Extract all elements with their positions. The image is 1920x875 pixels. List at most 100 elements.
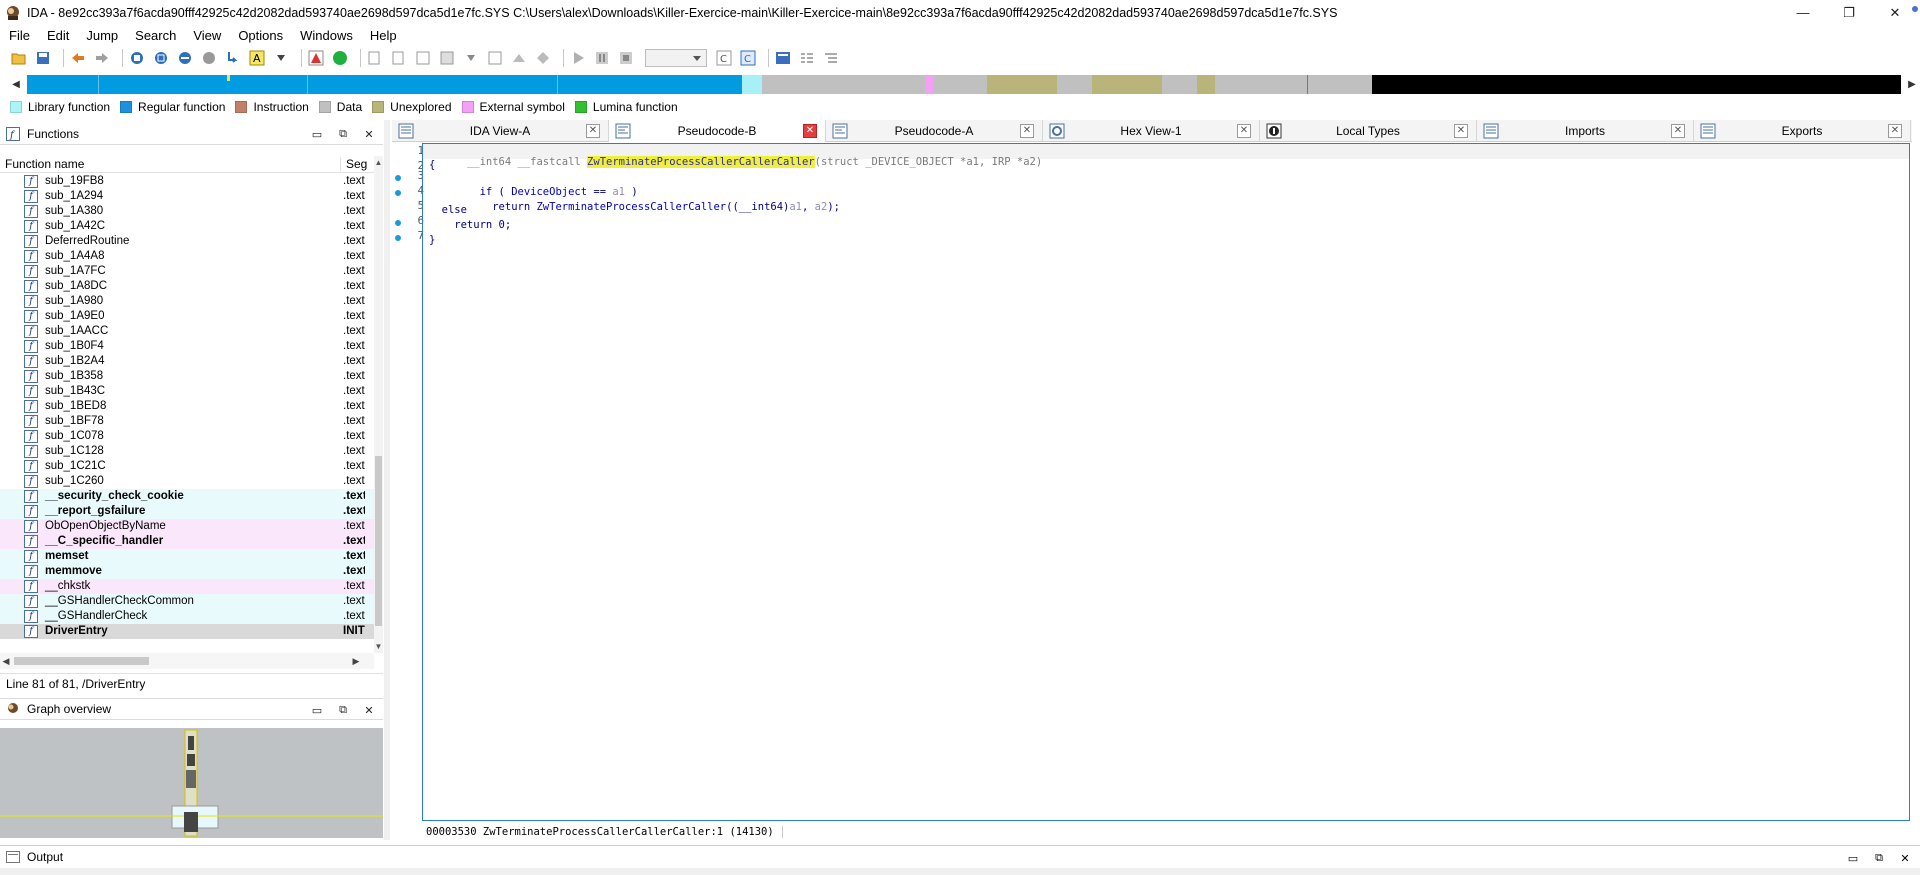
- code-line-1[interactable]: __int64 __fastcall ZwTerminateProcessCal…: [423, 144, 1909, 168]
- line-number-gutter[interactable]: 1 2 3 4 5 6 7: [392, 143, 424, 821]
- hex-view-icon[interactable]: [200, 49, 218, 67]
- dropdown-arrow-icon[interactable]: [462, 49, 480, 67]
- close-panel-icon[interactable]: ✕: [360, 701, 378, 719]
- called-function[interactable]: ZwTerminateProcessCallerCaller: [536, 201, 726, 213]
- close-panel-icon[interactable]: ✕: [1896, 849, 1914, 867]
- menu-windows[interactable]: Windows: [291, 28, 361, 43]
- close-tab-icon[interactable]: ✕: [1888, 124, 1902, 138]
- code-line-6[interactable]: return 0;: [429, 219, 511, 234]
- undefine-icon[interactable]: [534, 49, 552, 67]
- scroll-up-icon[interactable]: ▲: [374, 156, 383, 168]
- nav-left-arrow-icon[interactable]: ◀: [9, 75, 23, 93]
- breakpoint-dot-icon[interactable]: [395, 235, 401, 241]
- code-line-5[interactable]: else: [429, 204, 467, 219]
- dropdown-arrow-icon[interactable]: [272, 49, 290, 67]
- play-icon[interactable]: [569, 49, 587, 67]
- function-row[interactable]: f sub_1A380 .text: [0, 204, 374, 219]
- jump-arrow-icon[interactable]: [224, 49, 242, 67]
- minimize-button[interactable]: —: [1780, 0, 1826, 25]
- function-row[interactable]: f sub_1A294 .text: [0, 189, 374, 204]
- function-row[interactable]: f sub_1A9E0 .text: [0, 309, 374, 324]
- scroll-left-icon[interactable]: ◀: [0, 653, 12, 669]
- menu-view[interactable]: View: [184, 28, 229, 43]
- debugger-select[interactable]: [645, 49, 707, 67]
- function-row[interactable]: f sub_1C260 .text: [0, 474, 374, 489]
- variable-a1[interactable]: a1: [789, 201, 802, 213]
- tab-exports[interactable]: Exports ✕: [1694, 120, 1911, 142]
- code-line-7[interactable]: }: [429, 234, 435, 249]
- menu-options[interactable]: Options: [229, 28, 291, 43]
- code-line-4[interactable]: return ZwTerminateProcessCallerCaller((_…: [429, 189, 840, 213]
- text-view-icon[interactable]: [152, 49, 170, 67]
- patch-icon[interactable]: [510, 49, 528, 67]
- scroll-down-icon[interactable]: ▼: [374, 640, 383, 652]
- maximize-panel-icon[interactable]: ▭: [1844, 849, 1862, 867]
- functions-vertical-scrollbar[interactable]: ▲ ▼: [374, 156, 383, 653]
- function-row[interactable]: f ObOpenObjectByName .text: [0, 519, 374, 534]
- function-row[interactable]: f sub_1C078 .text: [0, 429, 374, 444]
- close-tab-icon[interactable]: ✕: [1237, 124, 1251, 138]
- maximize-panel-icon[interactable]: ▭: [308, 125, 326, 143]
- struct-icon[interactable]: [438, 49, 456, 67]
- menu-jump[interactable]: Jump: [77, 28, 126, 43]
- tab-local-types[interactable]: Local Types ✕: [1260, 120, 1477, 142]
- close-tab-icon[interactable]: ✕: [1454, 124, 1468, 138]
- functions-list[interactable]: f sub_19FB8 .text f sub_1A294 .text f sub_1A380…: [0, 174, 374, 641]
- close-window-button[interactable]: ✕: [1872, 0, 1918, 25]
- scroll-right-icon[interactable]: ▶: [350, 653, 362, 669]
- close-tab-icon[interactable]: ✕: [1671, 124, 1685, 138]
- vertical-splitter[interactable]: [384, 120, 390, 840]
- lumina-icon[interactable]: [331, 49, 349, 67]
- string-icon[interactable]: A: [248, 49, 266, 67]
- outline-icon[interactable]: [798, 49, 816, 67]
- function-row[interactable]: f sub_1A8DC .text: [0, 279, 374, 294]
- function-row[interactable]: f __report_gsfailure .text: [0, 504, 374, 519]
- proximity-view-icon[interactable]: [176, 49, 194, 67]
- function-row[interactable]: f memset .text: [0, 549, 374, 564]
- function-row[interactable]: f __chkstk .text: [0, 579, 374, 594]
- close-tab-icon[interactable]: ✕: [803, 124, 817, 138]
- code-line-3[interactable]: if ( DeviceObject == a1 ): [429, 174, 638, 198]
- unknown-icon[interactable]: [414, 49, 432, 67]
- menu-help[interactable]: Help: [361, 28, 405, 43]
- graph-overview-canvas[interactable]: [0, 728, 383, 838]
- breakpoint-dot-icon[interactable]: [395, 190, 401, 196]
- list-view-icon[interactable]: [774, 49, 792, 67]
- close-tab-icon[interactable]: ✕: [1020, 124, 1034, 138]
- column-function-name[interactable]: Function name: [0, 157, 340, 171]
- function-row[interactable]: f DriverEntry INIT: [0, 624, 374, 639]
- function-row[interactable]: f sub_1C21C .text: [0, 459, 374, 474]
- function-row[interactable]: f sub_1BF78 .text: [0, 414, 374, 429]
- forward-arrow-icon[interactable]: [93, 49, 111, 67]
- float-panel-icon[interactable]: ⧉: [334, 701, 352, 719]
- pseudocode-view[interactable]: 1 2 3 4 5 6 7 __int64 __fastcall ZwTermi…: [392, 143, 1920, 840]
- array-icon[interactable]: [486, 49, 504, 67]
- restore-button[interactable]: ❐: [1826, 0, 1872, 25]
- menu-edit[interactable]: Edit: [38, 28, 77, 43]
- function-name-highlight[interactable]: ZwTerminateProcessCallerCallerCaller: [587, 156, 815, 168]
- function-row[interactable]: f sub_1C128 .text: [0, 444, 374, 459]
- float-panel-icon[interactable]: ⧉: [1870, 849, 1888, 867]
- pseudocode-text-area[interactable]: __int64 __fastcall ZwTerminateProcessCal…: [422, 143, 1910, 821]
- indent-icon[interactable]: [822, 49, 840, 67]
- function-row[interactable]: f sub_1A42C .text: [0, 219, 374, 234]
- open-folder-icon[interactable]: [10, 49, 28, 67]
- navigation-bar[interactable]: [27, 75, 1901, 94]
- stop-icon[interactable]: [617, 49, 635, 67]
- tab-imports[interactable]: Imports ✕: [1477, 120, 1694, 142]
- function-row[interactable]: f __GSHandlerCheck .text: [0, 609, 374, 624]
- pseudocode-c-icon[interactable]: C: [715, 49, 733, 67]
- function-row[interactable]: f sub_1A4A8 .text: [0, 249, 374, 264]
- breakpoint-dot-icon[interactable]: [395, 220, 401, 226]
- code-icon[interactable]: [366, 49, 384, 67]
- function-row[interactable]: f __GSHandlerCheckCommon .text: [0, 594, 374, 609]
- scrollbar-thumb[interactable]: [375, 456, 382, 626]
- tab-pseudocode-b[interactable]: Pseudocode-B ✕: [609, 120, 826, 142]
- navigation-band[interactable]: ◀ ▶: [0, 72, 1920, 96]
- breakpoint-icon[interactable]: [307, 49, 325, 67]
- close-panel-icon[interactable]: ✕: [360, 125, 378, 143]
- function-row[interactable]: f sub_19FB8 .text: [0, 174, 374, 189]
- graph-view-icon[interactable]: [128, 49, 146, 67]
- tab-ida-view-a[interactable]: IDA View-A ✕: [392, 120, 609, 142]
- nav-right-arrow-icon[interactable]: ▶: [1905, 75, 1919, 93]
